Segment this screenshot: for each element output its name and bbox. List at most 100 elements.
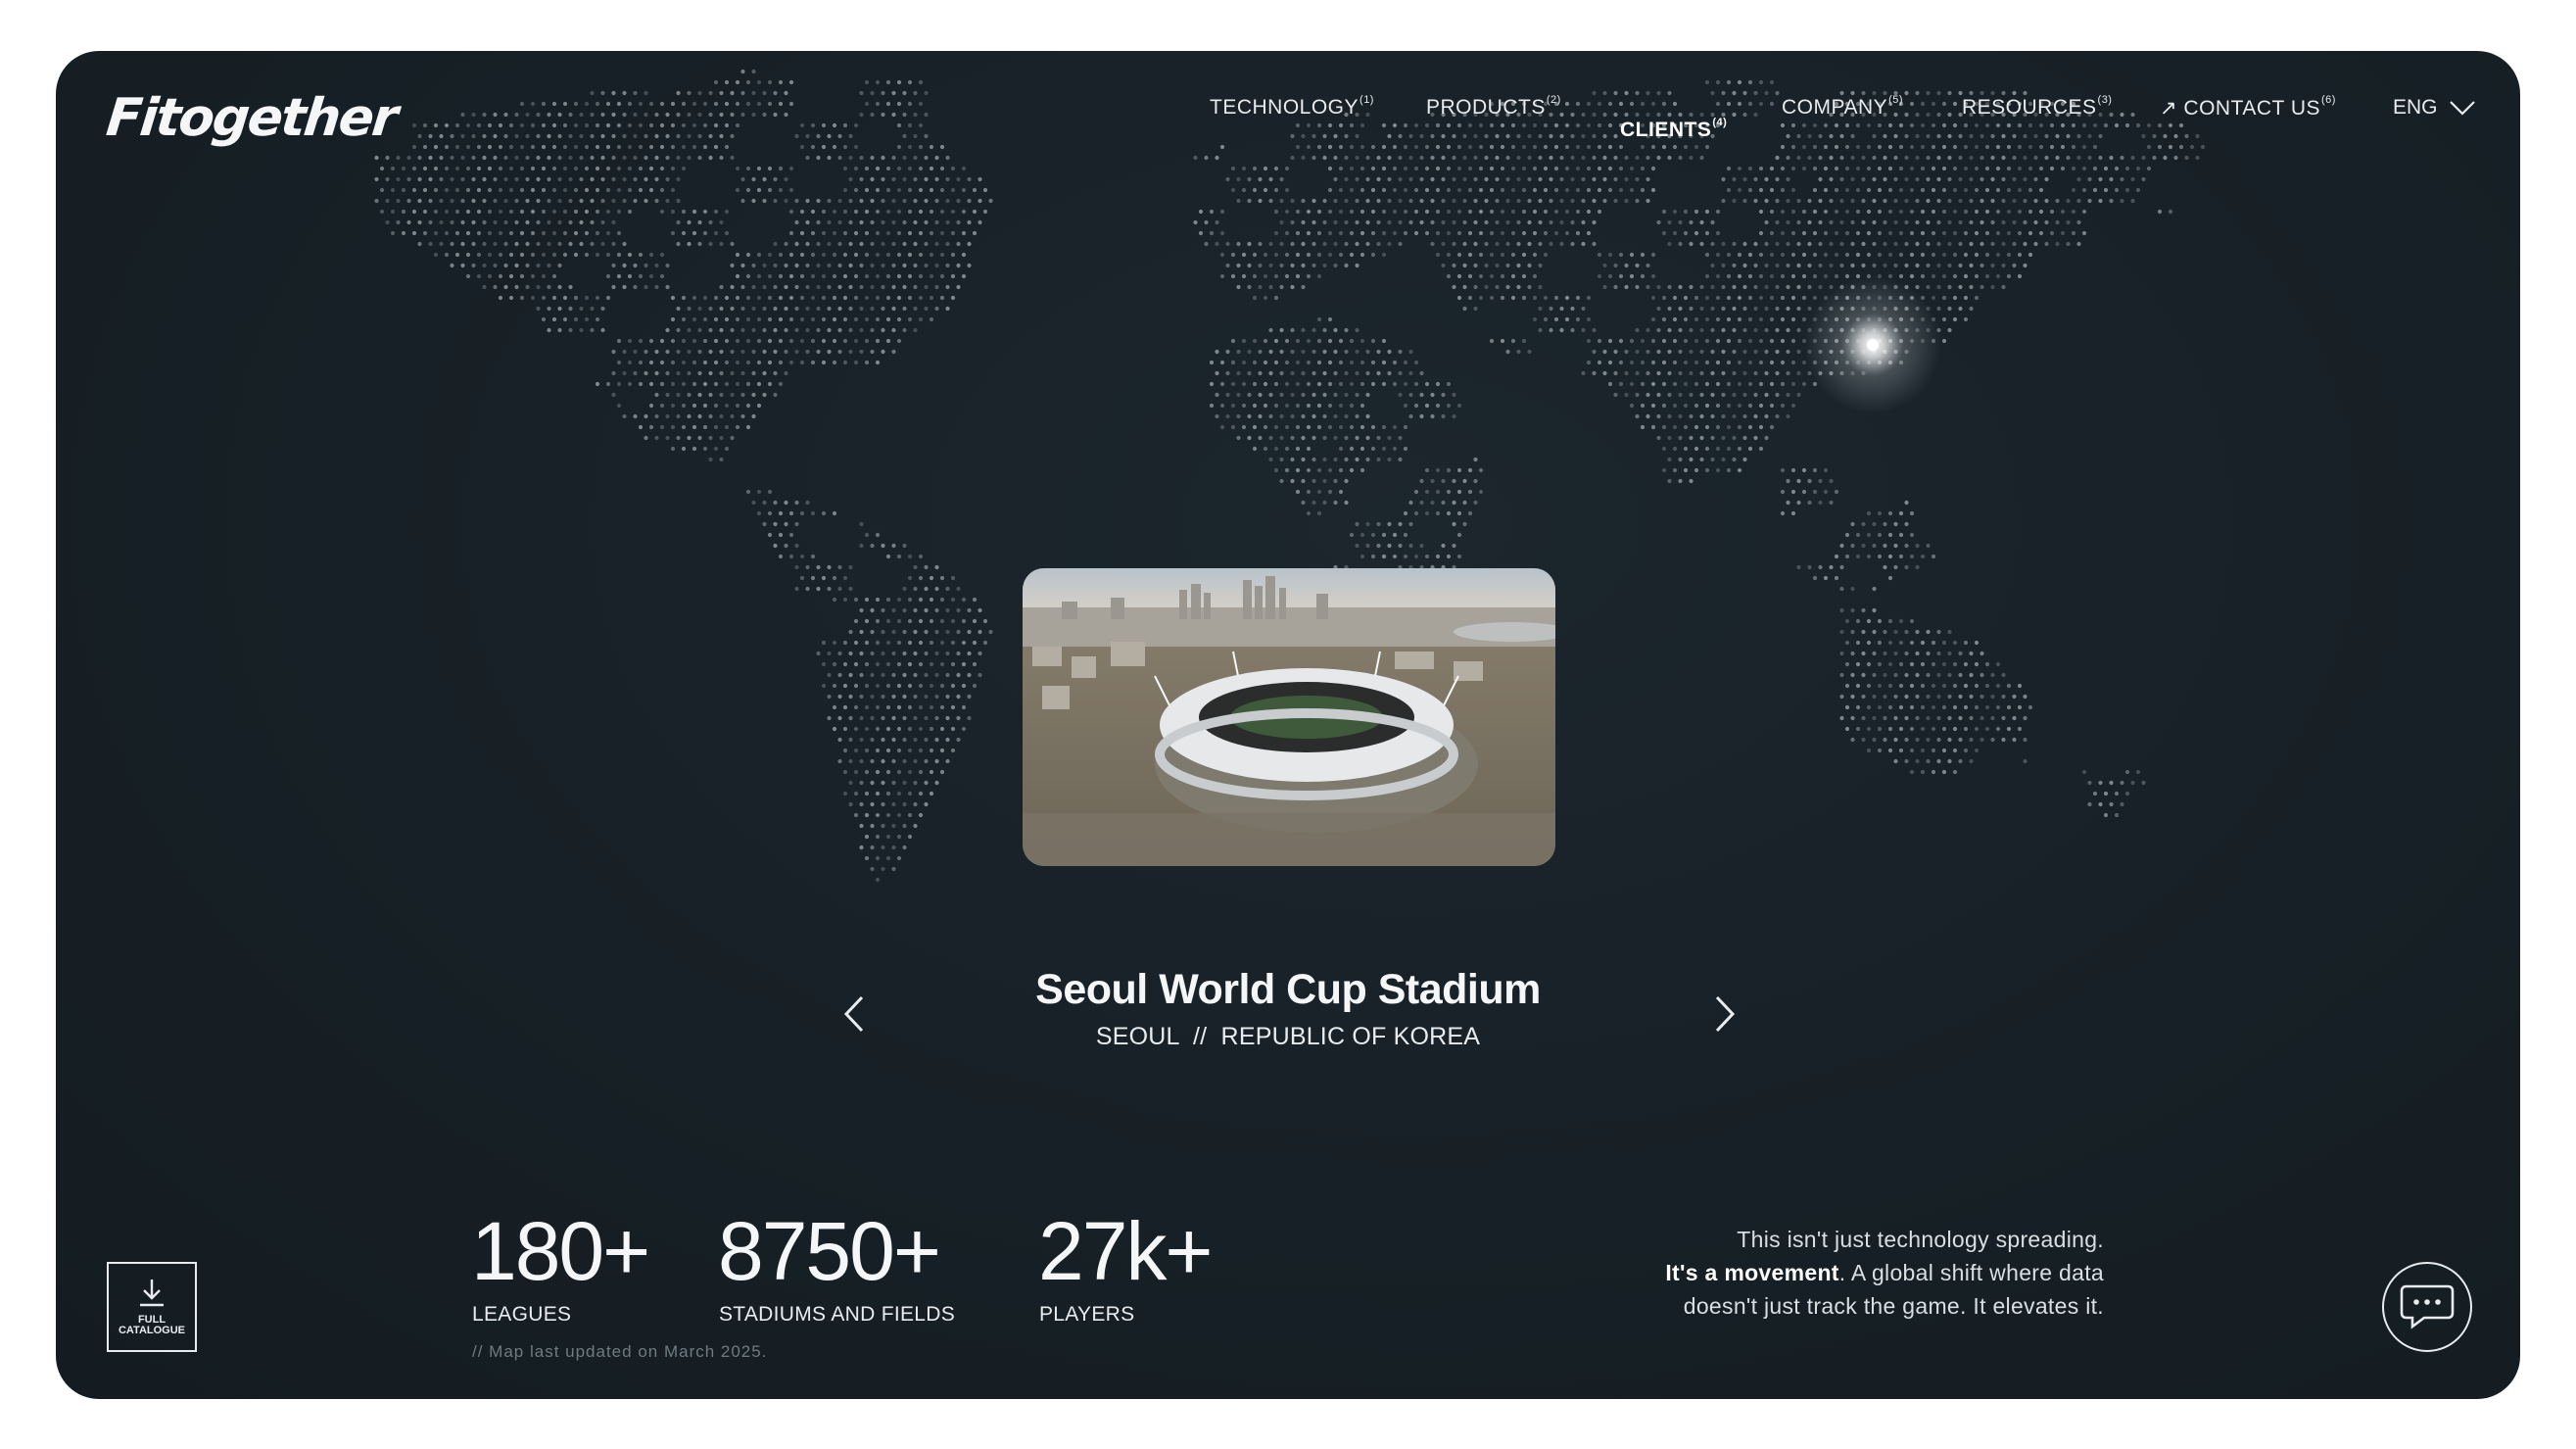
map-dot — [2071, 144, 2076, 150]
chevron-left-icon[interactable] — [836, 990, 876, 1038]
map-dot — [444, 230, 450, 236]
map-dot — [1215, 241, 1219, 247]
map-dot — [611, 198, 616, 204]
map-dot — [799, 575, 805, 581]
map-dot — [805, 349, 810, 355]
map-dot — [939, 295, 945, 301]
map-dot — [600, 112, 605, 118]
map-dot — [439, 133, 444, 139]
map-dot — [638, 381, 644, 387]
nav-contact-us[interactable]: ↗ CONTACT US(6) — [2160, 94, 2336, 121]
map-dot — [1941, 230, 1947, 236]
map-dot — [1920, 661, 1926, 667]
map-dot — [1737, 252, 1742, 258]
map-dot — [1521, 230, 1527, 236]
map-dot — [1931, 101, 1936, 107]
map-dot — [1398, 198, 1403, 204]
map-dot — [1850, 543, 1855, 549]
map-dot — [1252, 381, 1258, 387]
map-dot — [1855, 187, 1861, 193]
map-dot — [1974, 640, 1980, 646]
map-dot — [1872, 198, 1877, 204]
nav-technology[interactable]: TECHNOLOGY(1) — [1210, 94, 1374, 120]
map-dot — [1456, 187, 1462, 193]
map-dot — [2168, 122, 2173, 128]
map-dot — [859, 543, 864, 549]
language-selector[interactable]: ENG — [2393, 96, 2475, 120]
map-dot — [1430, 133, 1435, 139]
map-dot — [929, 597, 934, 603]
map-dot — [853, 144, 859, 150]
map-dot — [573, 295, 579, 301]
map-dot — [913, 607, 918, 613]
map-dot — [1887, 726, 1893, 732]
map-dot — [918, 187, 924, 193]
fitogether-logo[interactable]: Fitogether — [104, 88, 400, 148]
map-dot — [1872, 241, 1877, 247]
map-dot — [950, 230, 956, 236]
full-catalogue-button[interactable]: FULL CATALOGUE — [107, 1262, 197, 1352]
map-dot — [1538, 133, 1543, 139]
map-dot — [1338, 381, 1344, 387]
map-dot — [1349, 424, 1355, 430]
map-dot — [982, 209, 988, 215]
map-dot — [476, 209, 482, 215]
map-dot — [493, 241, 498, 247]
map-dot — [2001, 284, 2006, 290]
map-dot — [2130, 198, 2135, 204]
map-dot — [956, 219, 961, 225]
map-dot — [465, 230, 471, 236]
map-dot — [1650, 166, 1656, 171]
map-dot — [1500, 144, 1505, 150]
map-dot — [1974, 295, 1980, 301]
map-dot — [1430, 478, 1435, 484]
map-dot — [956, 672, 961, 678]
map-dot — [1398, 155, 1403, 161]
map-dot — [692, 230, 697, 236]
nav-resources[interactable]: RESOURCES(3) — [1962, 94, 2112, 120]
map-dot — [929, 661, 934, 667]
language-label: ENG — [2393, 96, 2438, 119]
map-dot — [1495, 176, 1500, 182]
chat-button[interactable] — [2382, 1262, 2472, 1352]
map-dot — [1904, 651, 1909, 656]
map-dot — [1365, 198, 1370, 204]
nav-company[interactable]: COMPANY(5) — [1782, 94, 1903, 120]
nav-clients[interactable]: CLIENTS(4) — [1620, 117, 1727, 142]
map-dot — [547, 155, 551, 161]
map-dot — [950, 575, 956, 581]
map-dot — [1312, 327, 1316, 333]
map-dot — [751, 284, 756, 290]
map-dot — [891, 780, 896, 786]
map-dot — [611, 176, 616, 182]
nav-products[interactable]: PRODUCTS(2) — [1426, 94, 1561, 120]
map-dot — [2168, 144, 2173, 150]
map-dot — [1689, 327, 1693, 333]
map-dot — [1796, 133, 1801, 139]
map-dot — [1747, 295, 1753, 301]
map-dot — [1376, 349, 1381, 355]
map-dot — [832, 360, 837, 365]
map-dot — [827, 241, 832, 247]
map-dot — [1419, 500, 1424, 506]
map-dot — [1301, 435, 1306, 441]
map-dot — [1602, 176, 1607, 182]
map-dot — [590, 241, 595, 247]
map-dot — [1646, 392, 1650, 398]
map-dot — [1661, 446, 1667, 452]
map-dot — [692, 144, 697, 150]
map-dot — [1699, 155, 1704, 161]
map-dot — [536, 263, 541, 268]
map-dot — [1931, 187, 1936, 193]
map-dot — [1365, 176, 1370, 182]
map-dot — [708, 370, 713, 376]
map-dot — [1969, 176, 1974, 182]
map-dot — [557, 198, 562, 204]
map-dot — [1850, 715, 1855, 721]
map-dot — [1516, 284, 1521, 290]
map-dot — [1699, 219, 1704, 225]
chevron-right-icon[interactable] — [1703, 990, 1742, 1038]
map-dot — [1613, 112, 1618, 118]
map-dot — [1898, 726, 1904, 732]
map-dot — [541, 316, 547, 322]
